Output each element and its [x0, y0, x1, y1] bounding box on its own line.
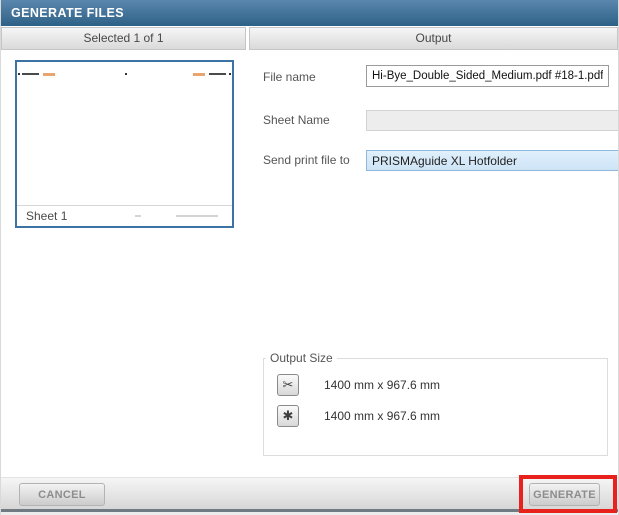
puzzle-icon: ✱: [277, 405, 299, 427]
cut-size-row: ✂ 1400 mm x 967.6 mm: [277, 374, 607, 396]
send-print-file-to-value: PRISMAguide XL Hotfolder: [372, 154, 517, 168]
registration-dot-left: [18, 73, 20, 75]
dialog-titlebar: GENERATE FILES: [1, 0, 618, 26]
footer-mark-center: [135, 215, 141, 217]
footer-mark-right: [176, 215, 218, 217]
tab-bar: Selected 1 of 1 Output: [1, 26, 618, 50]
registration-mark-right-orange: [193, 73, 205, 76]
dialog-content: Sheet 1 File name Sheet Name ▾ Send prin…: [1, 50, 618, 477]
file-name-label: File name: [263, 70, 316, 84]
scissors-icon: ✂: [277, 374, 299, 396]
sheet-preview-thumbnail[interactable]: Sheet 1: [15, 60, 234, 228]
assembled-size-row: ✱ 1400 mm x 967.6 mm: [277, 405, 607, 427]
file-name-input[interactable]: [366, 65, 609, 87]
tab-selected-count[interactable]: Selected 1 of 1: [1, 27, 246, 50]
output-size-legend: Output Size: [266, 351, 337, 365]
dialog-footer: CANCEL GENERATE: [1, 477, 618, 509]
send-print-file-to-label: Send print file to: [263, 153, 350, 167]
registration-mark-right-dark: [209, 73, 226, 75]
dialog-title: GENERATE FILES: [11, 6, 124, 20]
send-print-file-to-select[interactable]: PRISMAguide XL Hotfolder ▾: [366, 150, 619, 171]
generate-files-dialog: GENERATE FILES Selected 1 of 1 Output Sh…: [0, 0, 619, 515]
registration-mark-left-dark: [22, 73, 39, 75]
tab-output[interactable]: Output: [249, 27, 618, 50]
sheet-name-select: ▾: [366, 110, 619, 131]
registration-dot-right: [229, 73, 231, 75]
registration-dot-center: [125, 73, 127, 75]
cut-size-value: 1400 mm x 967.6 mm: [324, 378, 440, 392]
generate-button[interactable]: GENERATE: [529, 483, 600, 506]
sheet-label-bar: Sheet 1: [17, 205, 232, 226]
cancel-button[interactable]: CANCEL: [19, 483, 105, 506]
sheet-name-label: Sheet Name: [263, 113, 330, 127]
registration-mark-left-orange: [43, 73, 55, 76]
sheet-label: Sheet 1: [26, 209, 67, 223]
assembled-size-value: 1400 mm x 967.6 mm: [324, 409, 440, 423]
output-size-group: Output Size ✂ 1400 mm x 967.6 mm ✱ 1400 …: [263, 351, 608, 456]
